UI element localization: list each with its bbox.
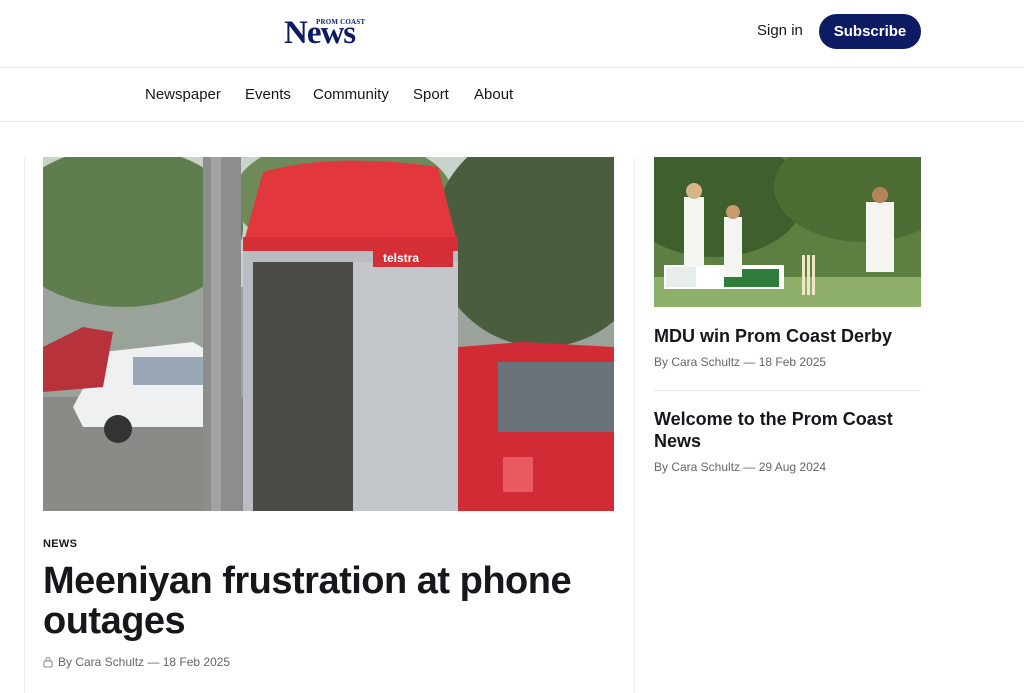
nav-item-sport[interactable]: Sport — [413, 86, 449, 103]
nav-item-newspaper[interactable]: Newspaper — [145, 86, 221, 103]
sign-in-link[interactable]: Sign in — [757, 22, 803, 39]
site-logo[interactable]: PROM COAST News — [284, 14, 376, 54]
cricket-photo — [654, 157, 921, 307]
main-nav: Newspaper Events Community Sport About — [0, 68, 1024, 122]
logo-big-text: News — [284, 15, 356, 51]
sidebar-article-title[interactable]: Welcome to the Prom Coast News — [654, 408, 921, 452]
article-category-tag[interactable]: NEWS — [43, 538, 77, 550]
feature-byline-text: By Cara Schultz — 18 Feb 2025 — [58, 655, 231, 669]
subscribe-button[interactable]: Subscribe — [819, 14, 921, 49]
sidebar-article-title[interactable]: MDU win Prom Coast Derby — [654, 325, 921, 347]
nav-item-community[interactable]: Community — [313, 86, 389, 103]
lock-icon — [43, 657, 53, 668]
sidebar-divider — [654, 390, 921, 391]
sidebar-article-byline: By Cara Schultz — 29 Aug 2024 — [654, 460, 827, 474]
sidebar-article-byline: By Cara Schultz — 18 Feb 2025 — [654, 355, 827, 369]
nav-item-about[interactable]: About — [474, 86, 513, 103]
phone-booth-photo: telstra — [43, 157, 614, 511]
feature-byline: By Cara Schultz — 18 Feb 2025 — [43, 655, 230, 669]
feature-headline[interactable]: Meeniyan frustration at phone outages — [43, 561, 603, 641]
feature-image[interactable]: telstra — [43, 157, 614, 511]
nav-item-events[interactable]: Events — [245, 86, 291, 103]
sidebar-article-image[interactable] — [654, 157, 921, 307]
site-header: PROM COAST News Sign in Subscribe — [0, 0, 1024, 68]
booth-sign-text: telstra — [383, 251, 419, 265]
